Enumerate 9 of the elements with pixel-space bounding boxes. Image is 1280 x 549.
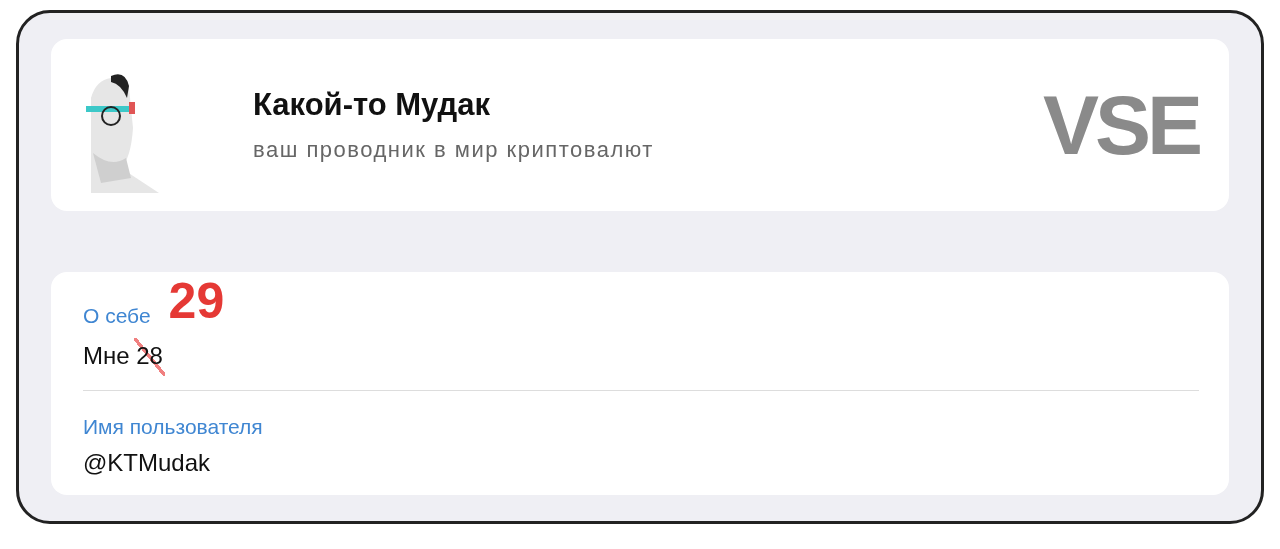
struck-value: 28 [134, 338, 165, 376]
annotation-text: 29 [168, 276, 225, 326]
profile-name: Какой-то Мудак [253, 87, 491, 123]
field-value: Мне [83, 342, 131, 370]
field-value: @KTMudak [83, 449, 211, 477]
profile-bio: ваш проводник в мир криптовалют [253, 137, 655, 163]
field-label: Имя пользователя [83, 415, 263, 439]
field-label: О себе [83, 304, 151, 328]
logo: VSE [1042, 83, 1199, 167]
